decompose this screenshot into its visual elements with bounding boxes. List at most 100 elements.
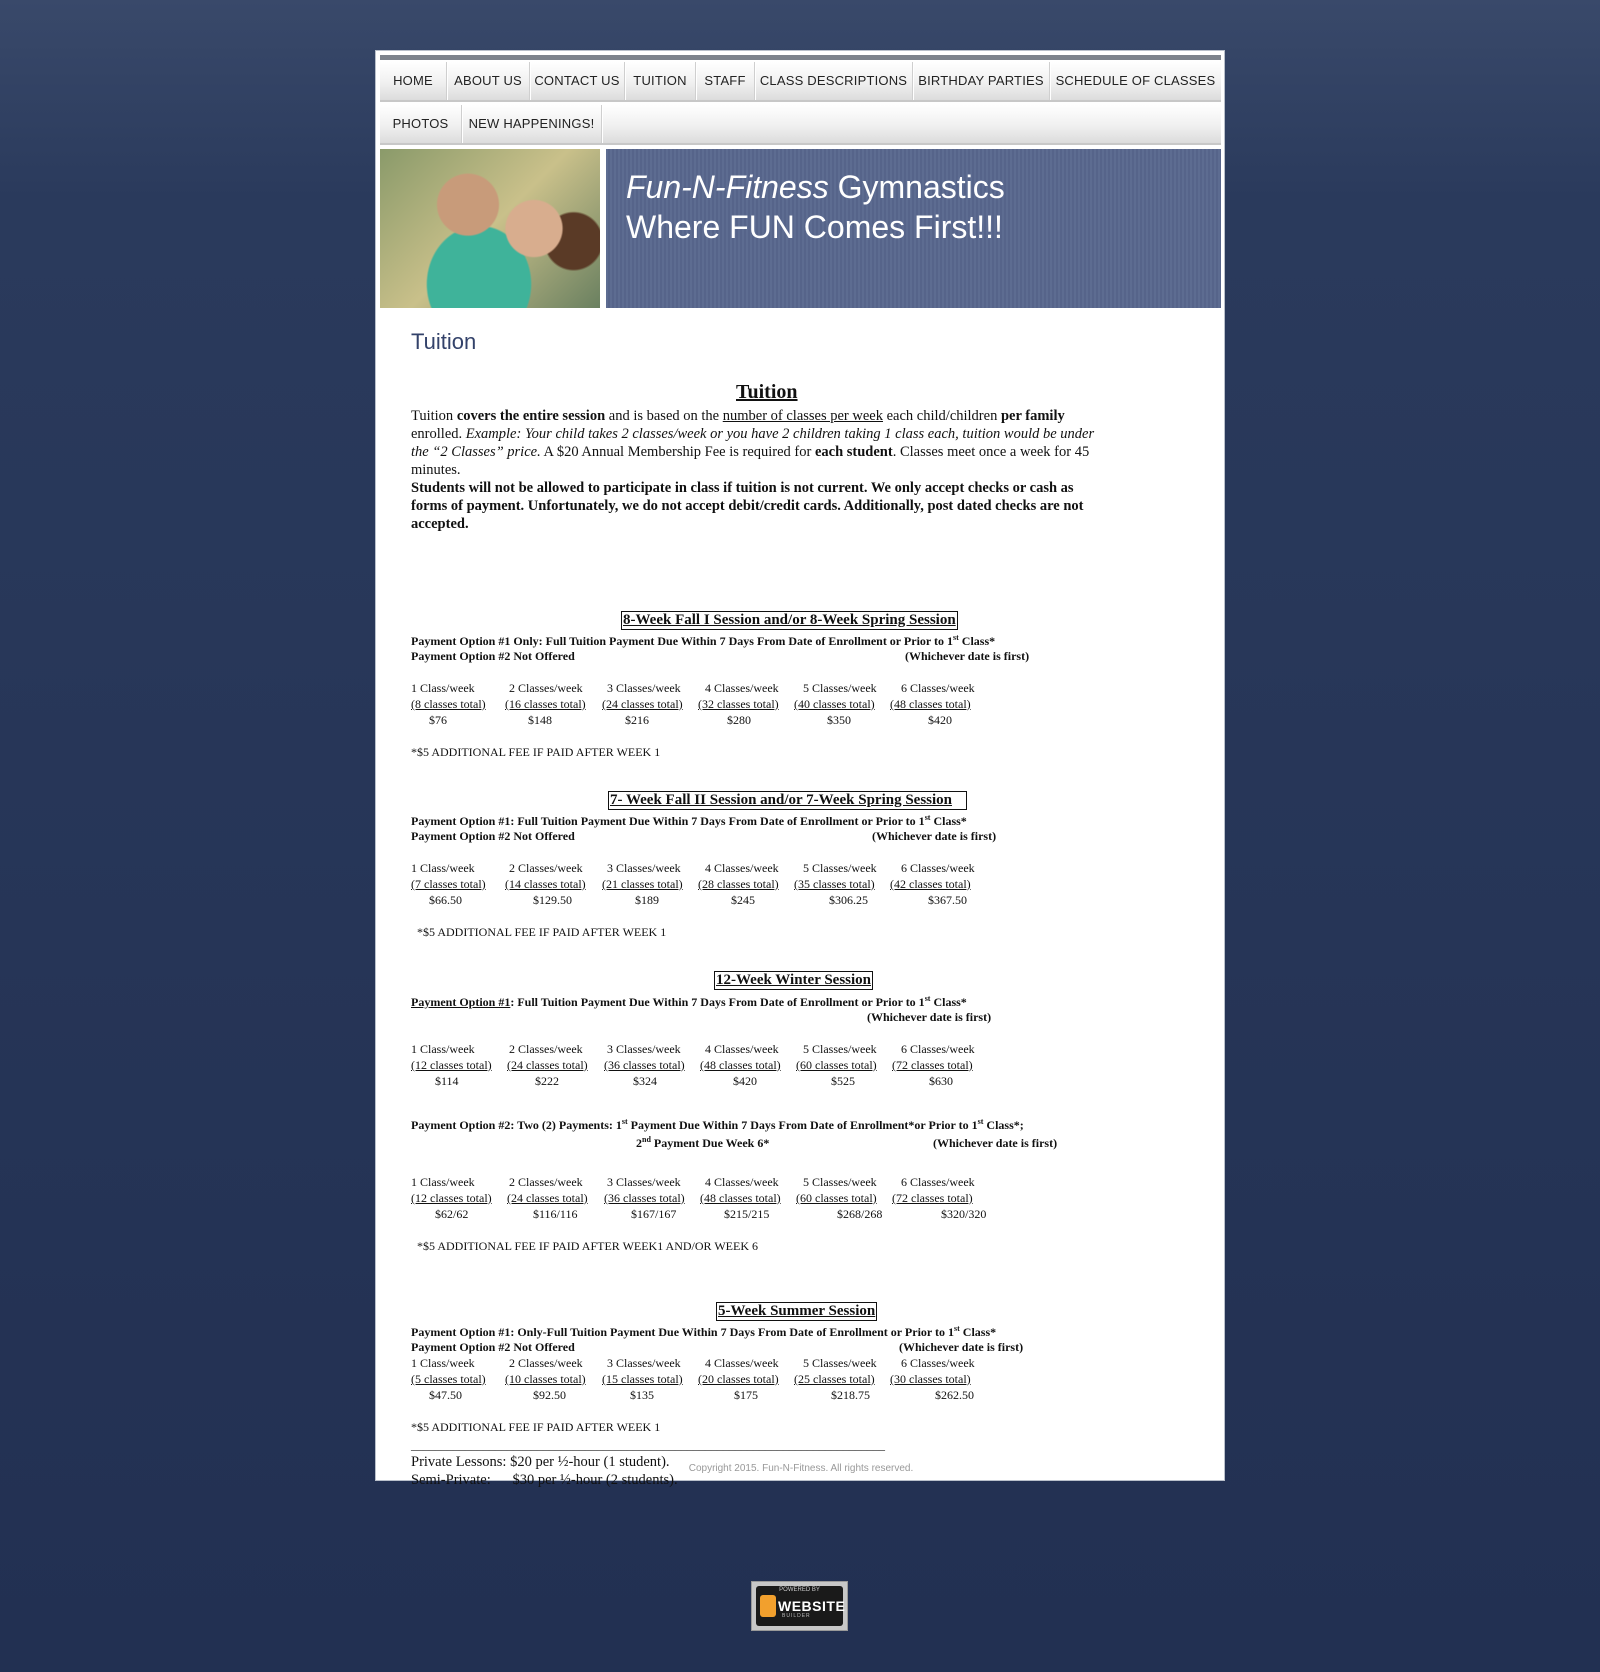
s3-opt2-total-3: (36 classes total) [604,1191,685,1205]
s4-price-1: $47.50 [429,1388,462,1402]
nav-contact-us[interactable]: CONTACT US [530,62,625,100]
badge-sub: BUILDER [782,1613,811,1619]
s3-option2-whichever: (Whichever date is first) [933,1136,1058,1150]
s1-label-4: 4 Classes/week [705,681,779,695]
s3-label-3: 3 Classes/week [607,1042,681,1056]
s3-opt2-price-6: $320/320 [941,1207,987,1221]
s3-total-3: (36 classes total) [604,1058,685,1072]
builder-logo-icon [760,1595,776,1617]
s3-price-5: $525 [831,1074,855,1088]
nav-schedule-of-classes[interactable]: SCHEDULE OF CLASSES [1050,62,1221,100]
s1-price-4: $280 [727,713,751,727]
nav-tuition[interactable]: TUITION [625,62,696,100]
s4-option1: Payment Option #1: Only-Full Tuition Pay… [411,1324,997,1339]
s3-opt2-label-5: 5 Classes/week [803,1175,877,1189]
s4-total-1: (5 classes total) [411,1372,486,1386]
copyright: Copyright 2015. Fun-N-Fitness. All right… [688,1463,914,1474]
s4-price-5: $218.75 [831,1388,870,1402]
s3-opt2-label-4: 4 Classes/week [705,1175,779,1189]
section-title-summer: 5-Week Summer Session [716,1302,878,1321]
intro-line-4: minutes. [411,462,461,478]
s2-total-3: (21 classes total) [602,877,683,891]
nav-birthday-parties[interactable]: BIRTHDAY PARTIES [913,62,1050,100]
s3-price-1: $114 [435,1074,459,1088]
s3-total-6: (72 classes total) [892,1058,973,1072]
s3-label-5: 5 Classes/week [803,1042,877,1056]
s1-late-fee: *$5 ADDITIONAL FEE IF PAID AFTER WEEK 1 [411,745,661,759]
s2-price-4: $245 [731,893,755,907]
site-header: Fun-N-Fitness Gymnastics Where FUN Comes… [380,149,1221,308]
s3-late-fee: *$5 ADDITIONAL FEE IF PAID AFTER WEEK1 A… [417,1239,758,1253]
page-title: Tuition [411,329,477,354]
s2-total-5: (35 classes total) [794,877,875,891]
s4-late-fee: *$5 ADDITIONAL FEE IF PAID AFTER WEEK 1 [411,1420,661,1434]
s1-price-1: $76 [429,713,447,727]
s2-price-5: $306.25 [829,893,868,907]
s2-late-fee: *$5 ADDITIONAL FEE IF PAID AFTER WEEK 1 [417,925,667,939]
nav-staff[interactable]: STAFF [696,62,755,100]
s3-price-4: $420 [733,1074,757,1088]
s4-label-4: 4 Classes/week [705,1356,779,1370]
s3-price-2: $222 [535,1074,559,1088]
s4-total-6: (30 classes total) [890,1372,971,1386]
section-title-fall2: 7- Week Fall II Session and/or 7-Week Sp… [608,791,968,810]
s3-opt2-label-2: 2 Classes/week [509,1175,583,1189]
main-navigation: HOME ABOUT US CONTACT US TUITION STAFF C… [380,55,1221,145]
s4-price-3: $135 [630,1388,654,1402]
s2-label-6: 6 Classes/week [901,861,975,875]
s4-price-4: $175 [734,1388,758,1402]
s3-opt2-label-3: 3 Classes/week [607,1175,681,1189]
s4-price-2: $92.50 [533,1388,566,1402]
nav-row-2: PHOTOS NEW HAPPENINGS! [380,105,1221,145]
s1-price-2: $148 [528,713,552,727]
s2-label-4: 4 Classes/week [705,861,779,875]
s1-price-5: $350 [827,713,851,727]
nav-about-us[interactable]: ABOUT US [447,62,530,100]
s4-whichever: (Whichever date is first) [899,1340,1024,1354]
s3-opt2-label-6: 6 Classes/week [901,1175,975,1189]
website-builder-badge[interactable]: POWERED BY WEBSITE BUILDER [751,1581,848,1631]
s2-price-2: $129.50 [533,893,572,907]
badge-inner: POWERED BY WEBSITE BUILDER [756,1586,846,1626]
nav-class-descriptions[interactable]: CLASS DESCRIPTIONS [755,62,913,100]
s1-label-2: 2 Classes/week [509,681,583,695]
s4-label-3: 3 Classes/week [607,1356,681,1370]
s2-total-2: (14 classes total) [505,877,586,891]
s3-opt2-total-2: (24 classes total) [507,1191,588,1205]
doc-heading: Tuition [736,381,798,403]
s2-price-6: $367.50 [928,893,967,907]
s3-label-4: 4 Classes/week [705,1042,779,1056]
s4-price-6: $262.50 [935,1388,974,1402]
s1-total-4: (32 classes total) [698,697,779,711]
s2-total-1: (7 classes total) [411,877,486,891]
nav-photos[interactable]: PHOTOS [380,105,462,143]
s3-opt2-price-4: $215/215 [724,1207,770,1221]
s4-option2: Payment Option #2 Not Offered [411,1340,575,1354]
s3-option2-line2: 2nd Payment Due Week 6* [636,1135,770,1150]
s2-option1: Payment Option #1: Full Tuition Payment … [411,813,967,828]
section-title-winter: 12-Week Winter Session [714,971,874,990]
s3-opt2-total-6: (72 classes total) [892,1191,973,1205]
warning-line-2: forms of payment. Unfortunately, we do n… [411,498,1084,514]
intro-line-3: the “2 Classes” price. A $20 Annual Memb… [411,444,1090,460]
s2-label-1: 1 Class/week [411,861,475,875]
intro-line-1: Tuition covers the entire session and is… [411,408,1065,424]
warning-line-3: accepted. [411,516,469,532]
badge-name: WEBSITE [778,1598,846,1614]
kids-photo [380,149,600,308]
s3-option2-line1: Payment Option #2: Two (2) Payments: 1st… [411,1117,1024,1132]
s2-price-1: $66.50 [429,893,462,907]
nav-new-happenings[interactable]: NEW HAPPENINGS! [462,105,602,143]
s1-option2: Payment Option #2 Not Offered [411,649,575,663]
section-title-fall1: 8-Week Fall I Session and/or 8-Week Spri… [621,611,958,630]
s3-total-5: (60 classes total) [796,1058,877,1072]
semi-private-lessons: Semi-Private: $30 per ½-hour (2 students… [411,1472,678,1488]
nav-home[interactable]: HOME [380,62,447,100]
s1-total-1: (8 classes total) [411,697,486,711]
s3-total-4: (48 classes total) [700,1058,781,1072]
s2-price-3: $189 [635,893,659,907]
s1-price-6: $420 [928,713,952,727]
s4-label-5: 5 Classes/week [803,1356,877,1370]
s4-label-6: 6 Classes/week [901,1356,975,1370]
page-container: HOME ABOUT US CONTACT US TUITION STAFF C… [375,50,1225,1488]
